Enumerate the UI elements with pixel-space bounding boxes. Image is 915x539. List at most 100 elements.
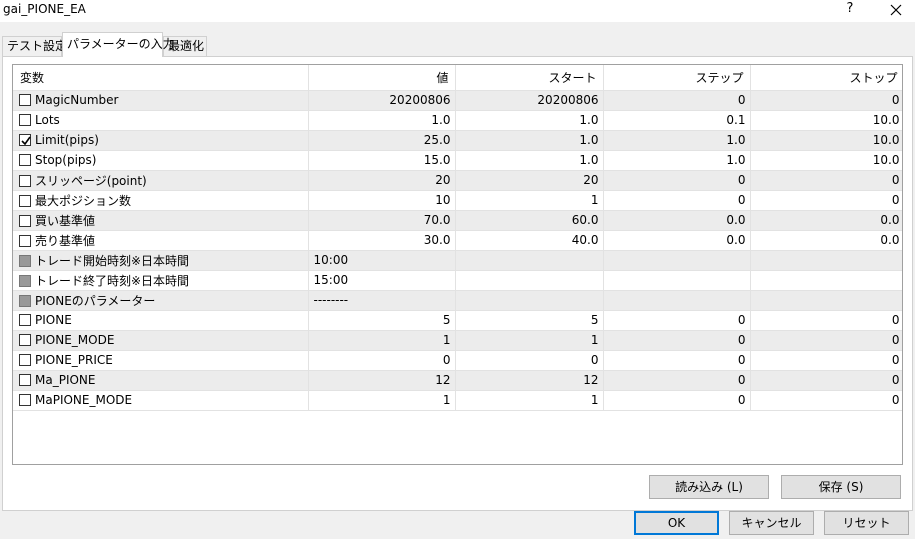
param-step-cell[interactable]: 0.0 xyxy=(603,230,751,251)
optimize-checkbox[interactable] xyxy=(19,234,31,247)
param-stop-cell[interactable]: 0 xyxy=(750,90,902,111)
param-step-cell[interactable]: 1.0 xyxy=(603,150,751,171)
param-step-cell[interactable]: 0 xyxy=(603,90,751,111)
param-value-cell[interactable]: 10:00 xyxy=(308,250,456,271)
optimize-checkbox[interactable] xyxy=(19,94,31,106)
tab-test-settings[interactable]: テスト設定 xyxy=(2,36,67,57)
param-value-cell[interactable]: 20 xyxy=(308,170,456,191)
optimize-checkbox[interactable] xyxy=(19,214,31,227)
param-value-cell[interactable]: 25.0 xyxy=(308,130,456,151)
param-step-cell[interactable]: 0 xyxy=(603,330,751,351)
param-start-cell[interactable]: 1 xyxy=(455,330,604,351)
table-row[interactable]: スリッページ(point) 20 20 0 0 xyxy=(13,170,902,191)
param-stop-cell[interactable]: 0 xyxy=(750,390,902,411)
param-start-cell[interactable]: 1 xyxy=(455,390,604,411)
param-start-cell[interactable]: 40.0 xyxy=(455,230,604,251)
param-start-cell[interactable]: 60.0 xyxy=(455,210,604,231)
param-step-cell[interactable]: 0 xyxy=(603,190,751,211)
param-value-cell[interactable]: 1 xyxy=(308,330,456,351)
param-value-cell[interactable]: 30.0 xyxy=(308,230,456,251)
param-step-cell[interactable]: 0 xyxy=(603,310,751,331)
param-start-cell[interactable]: 1.0 xyxy=(455,110,604,131)
param-start-cell[interactable] xyxy=(455,290,604,311)
param-start-cell[interactable]: 1.0 xyxy=(455,150,604,171)
table-row[interactable]: 買い基準値 70.0 60.0 0.0 0.0 xyxy=(13,210,902,231)
param-value-cell[interactable]: 70.0 xyxy=(308,210,456,231)
param-start-cell[interactable]: 1 xyxy=(455,190,604,211)
param-step-cell[interactable]: 0.1 xyxy=(603,110,751,131)
optimize-checkbox[interactable] xyxy=(19,174,31,187)
param-stop-cell[interactable]: 0 xyxy=(750,350,902,371)
col-stop[interactable]: ストップ xyxy=(750,65,902,91)
param-stop-cell[interactable]: 0.0 xyxy=(750,210,902,231)
table-row[interactable]: トレード終了時刻※日本時間 15:00 xyxy=(13,270,902,291)
param-value-cell[interactable]: 5 xyxy=(308,310,456,331)
optimize-checkbox[interactable] xyxy=(19,394,31,406)
col-step[interactable]: ステップ xyxy=(603,65,751,91)
col-start[interactable]: スタート xyxy=(455,65,604,91)
optimize-checkbox[interactable] xyxy=(19,154,31,166)
param-stop-cell[interactable]: 0 xyxy=(750,310,902,331)
save-button[interactable]: 保存 (S) xyxy=(781,475,901,499)
table-row[interactable]: PIONE_PRICE 0 0 0 0 xyxy=(13,350,902,371)
param-step-cell[interactable]: 0 xyxy=(603,170,751,191)
param-step-cell[interactable] xyxy=(603,250,751,271)
param-value-cell[interactable]: 15:00 xyxy=(308,270,456,291)
col-variable[interactable]: 変数 xyxy=(13,65,309,91)
optimize-checkbox[interactable] xyxy=(19,114,31,126)
param-start-cell[interactable] xyxy=(455,270,604,291)
param-value-cell[interactable]: 12 xyxy=(308,370,456,391)
help-button[interactable]: ? xyxy=(842,1,858,19)
optimize-checkbox[interactable] xyxy=(19,334,31,346)
table-row[interactable]: Lots 1.0 1.0 0.1 10.0 xyxy=(13,110,902,131)
param-step-cell[interactable]: 0.0 xyxy=(603,210,751,231)
param-value-cell[interactable]: 10 xyxy=(308,190,456,211)
param-start-cell[interactable]: 20 xyxy=(455,170,604,191)
param-stop-cell[interactable]: 0 xyxy=(750,370,902,391)
optimize-checkbox[interactable] xyxy=(19,354,31,366)
param-stop-cell[interactable] xyxy=(750,290,902,311)
param-stop-cell[interactable] xyxy=(750,250,902,271)
optimize-checkbox[interactable] xyxy=(19,314,31,326)
table-row[interactable]: 最大ポジション数 10 1 0 0 xyxy=(13,190,902,211)
table-row[interactable]: MagicNumber 20200806 20200806 0 0 xyxy=(13,90,902,111)
param-step-cell[interactable] xyxy=(603,270,751,291)
table-row[interactable]: Limit(pips) 25.0 1.0 1.0 10.0 xyxy=(13,130,902,151)
param-start-cell[interactable]: 0 xyxy=(455,350,604,371)
param-value-cell[interactable]: -------- xyxy=(308,290,456,311)
optimize-checkbox[interactable] xyxy=(19,134,31,146)
param-value-cell[interactable]: 1 xyxy=(308,390,456,411)
param-start-cell[interactable] xyxy=(455,250,604,271)
table-row[interactable]: トレード開始時刻※日本時間 10:00 xyxy=(13,250,902,271)
param-stop-cell[interactable] xyxy=(750,270,902,291)
param-step-cell[interactable] xyxy=(603,290,751,311)
tab-parameters[interactable]: パラメーターの入力 xyxy=(62,32,175,57)
param-stop-cell[interactable]: 10.0 xyxy=(750,110,902,131)
table-row[interactable]: PIONEのパラメーター -------- xyxy=(13,290,902,311)
table-row[interactable]: MaPIONE_MODE 1 1 0 0 xyxy=(13,390,902,411)
cancel-button[interactable]: キャンセル xyxy=(729,511,814,535)
param-start-cell[interactable]: 1.0 xyxy=(455,130,604,151)
param-step-cell[interactable]: 0 xyxy=(603,350,751,371)
param-stop-cell[interactable]: 0 xyxy=(750,170,902,191)
reset-button[interactable]: リセット xyxy=(824,511,909,535)
table-row[interactable]: PIONE_MODE 1 1 0 0 xyxy=(13,330,902,351)
param-stop-cell[interactable]: 0 xyxy=(750,330,902,351)
load-button[interactable]: 読み込み (L) xyxy=(649,475,769,499)
optimize-checkbox[interactable] xyxy=(19,194,31,207)
param-step-cell[interactable]: 1.0 xyxy=(603,130,751,151)
param-value-cell[interactable]: 1.0 xyxy=(308,110,456,131)
table-row[interactable]: 売り基準値 30.0 40.0 0.0 0.0 xyxy=(13,230,902,251)
close-button[interactable] xyxy=(886,0,906,20)
ok-button[interactable]: OK xyxy=(634,511,719,535)
table-row[interactable]: PIONE 5 5 0 0 xyxy=(13,310,902,331)
col-value[interactable]: 値 xyxy=(308,65,456,91)
param-start-cell[interactable]: 5 xyxy=(455,310,604,331)
param-stop-cell[interactable]: 10.0 xyxy=(750,130,902,151)
param-start-cell[interactable]: 12 xyxy=(455,370,604,391)
param-stop-cell[interactable]: 0 xyxy=(750,190,902,211)
param-value-cell[interactable]: 20200806 xyxy=(308,90,456,111)
table-row[interactable]: Stop(pips) 15.0 1.0 1.0 10.0 xyxy=(13,150,902,171)
param-value-cell[interactable]: 0 xyxy=(308,350,456,371)
param-stop-cell[interactable]: 0.0 xyxy=(750,230,902,251)
